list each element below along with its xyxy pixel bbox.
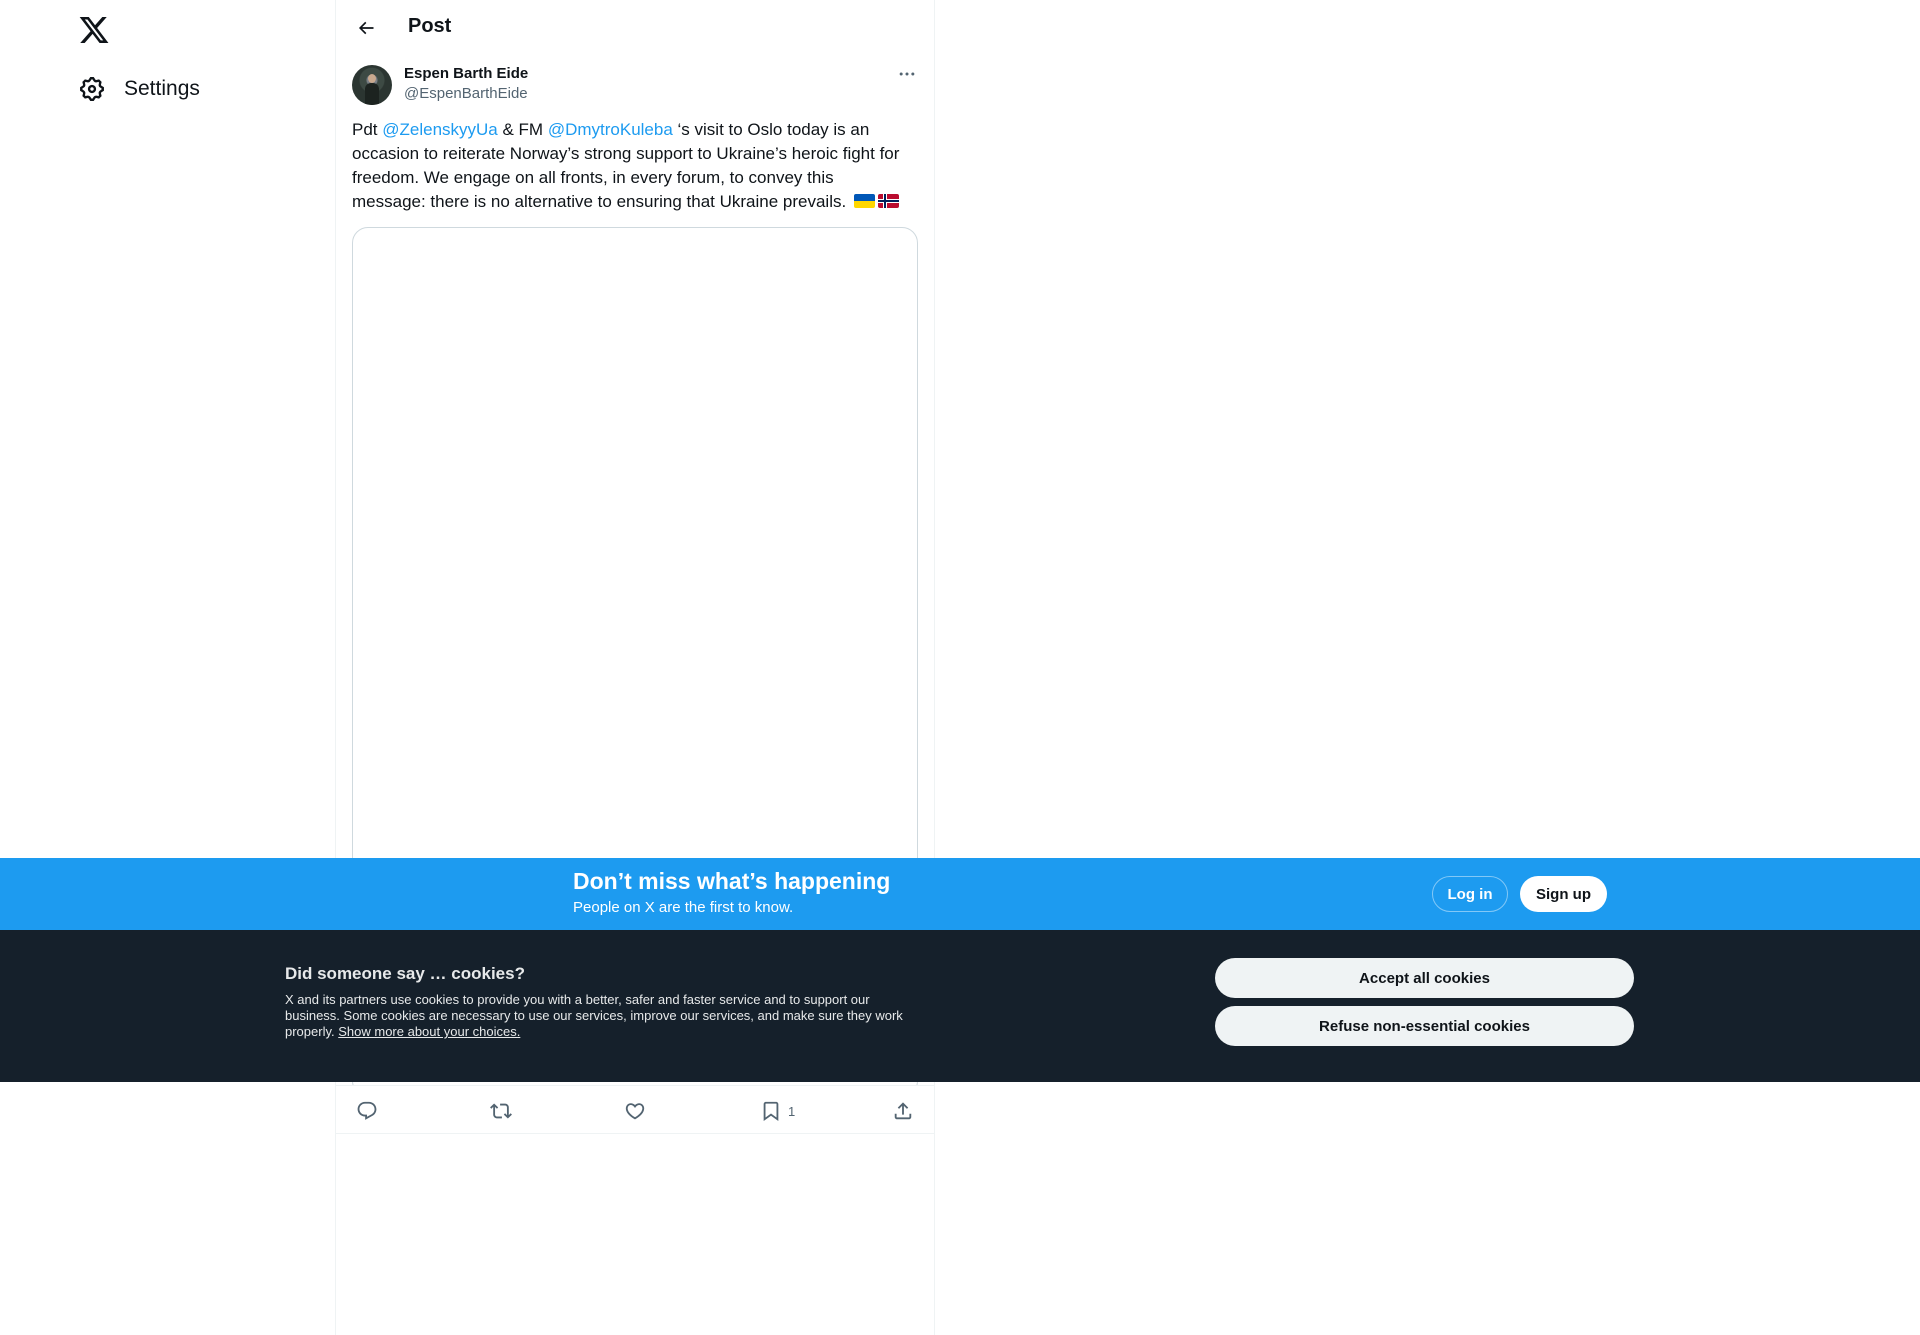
x-logo-icon[interactable]: [78, 14, 110, 46]
author-handle[interactable]: @EspenBarthEide: [404, 85, 528, 102]
login-button[interactable]: Log in: [1432, 876, 1508, 912]
reply-icon[interactable]: [356, 1100, 378, 1122]
accept-cookies-button[interactable]: Accept all cookies: [1215, 958, 1634, 998]
mention-link[interactable]: @ZelenskyyUa: [382, 120, 498, 139]
repost-icon[interactable]: [490, 1100, 512, 1122]
bookmark-count: 1: [788, 1103, 796, 1119]
avatar[interactable]: [352, 65, 392, 105]
cookie-choices-link[interactable]: Show more about your choices.: [338, 1024, 520, 1039]
tweet-text-segment: Pdt: [352, 120, 383, 139]
like-heart-icon[interactable]: [624, 1100, 646, 1122]
gear-icon: [80, 77, 104, 101]
login-banner: Don’t miss what’s happening People on X …: [0, 858, 1920, 930]
page-header: Post: [336, 0, 934, 57]
nav-settings-label: Settings: [124, 77, 200, 100]
flag-norway-icon: [877, 194, 899, 208]
back-arrow-icon[interactable]: [352, 14, 380, 42]
refuse-cookies-button[interactable]: Refuse non-essential cookies: [1215, 1006, 1634, 1046]
share-icon[interactable]: [892, 1100, 914, 1122]
author-name[interactable]: Espen Barth Eide: [404, 65, 528, 82]
bookmark-icon: [763, 1101, 779, 1122]
cookie-text: X and its partners use cookies to provid…: [285, 992, 910, 1040]
banner-title: Don’t miss what’s happening: [573, 868, 891, 894]
nav-settings-link[interactable]: Settings: [78, 72, 200, 106]
tweet-actions: 1: [336, 1085, 934, 1134]
flag-ukraine-icon: [853, 194, 875, 208]
page-title: Post: [408, 15, 452, 37]
banner-subtitle: People on X are the first to know.: [573, 899, 794, 916]
signup-button[interactable]: Sign up: [1520, 876, 1607, 912]
mention-link[interactable]: @DmytroKuleba: [548, 120, 673, 139]
more-options-icon[interactable]: [892, 62, 922, 86]
cookie-title: Did someone say … cookies?: [285, 964, 525, 983]
tweet-text-segment: & FM: [497, 120, 548, 139]
tweet-text: Pdt @ZelenskyyUa & FM @DmytroKuleba ‘s v…: [352, 118, 912, 214]
cookie-consent-bar: Did someone say … cookies? X and its par…: [0, 930, 1920, 1082]
left-navigation: Settings: [0, 0, 335, 1335]
bookmark-button[interactable]: 1: [760, 1100, 795, 1122]
main-column: Post Espen Barth Eide @EspenBarthEide Pd…: [335, 0, 935, 1335]
